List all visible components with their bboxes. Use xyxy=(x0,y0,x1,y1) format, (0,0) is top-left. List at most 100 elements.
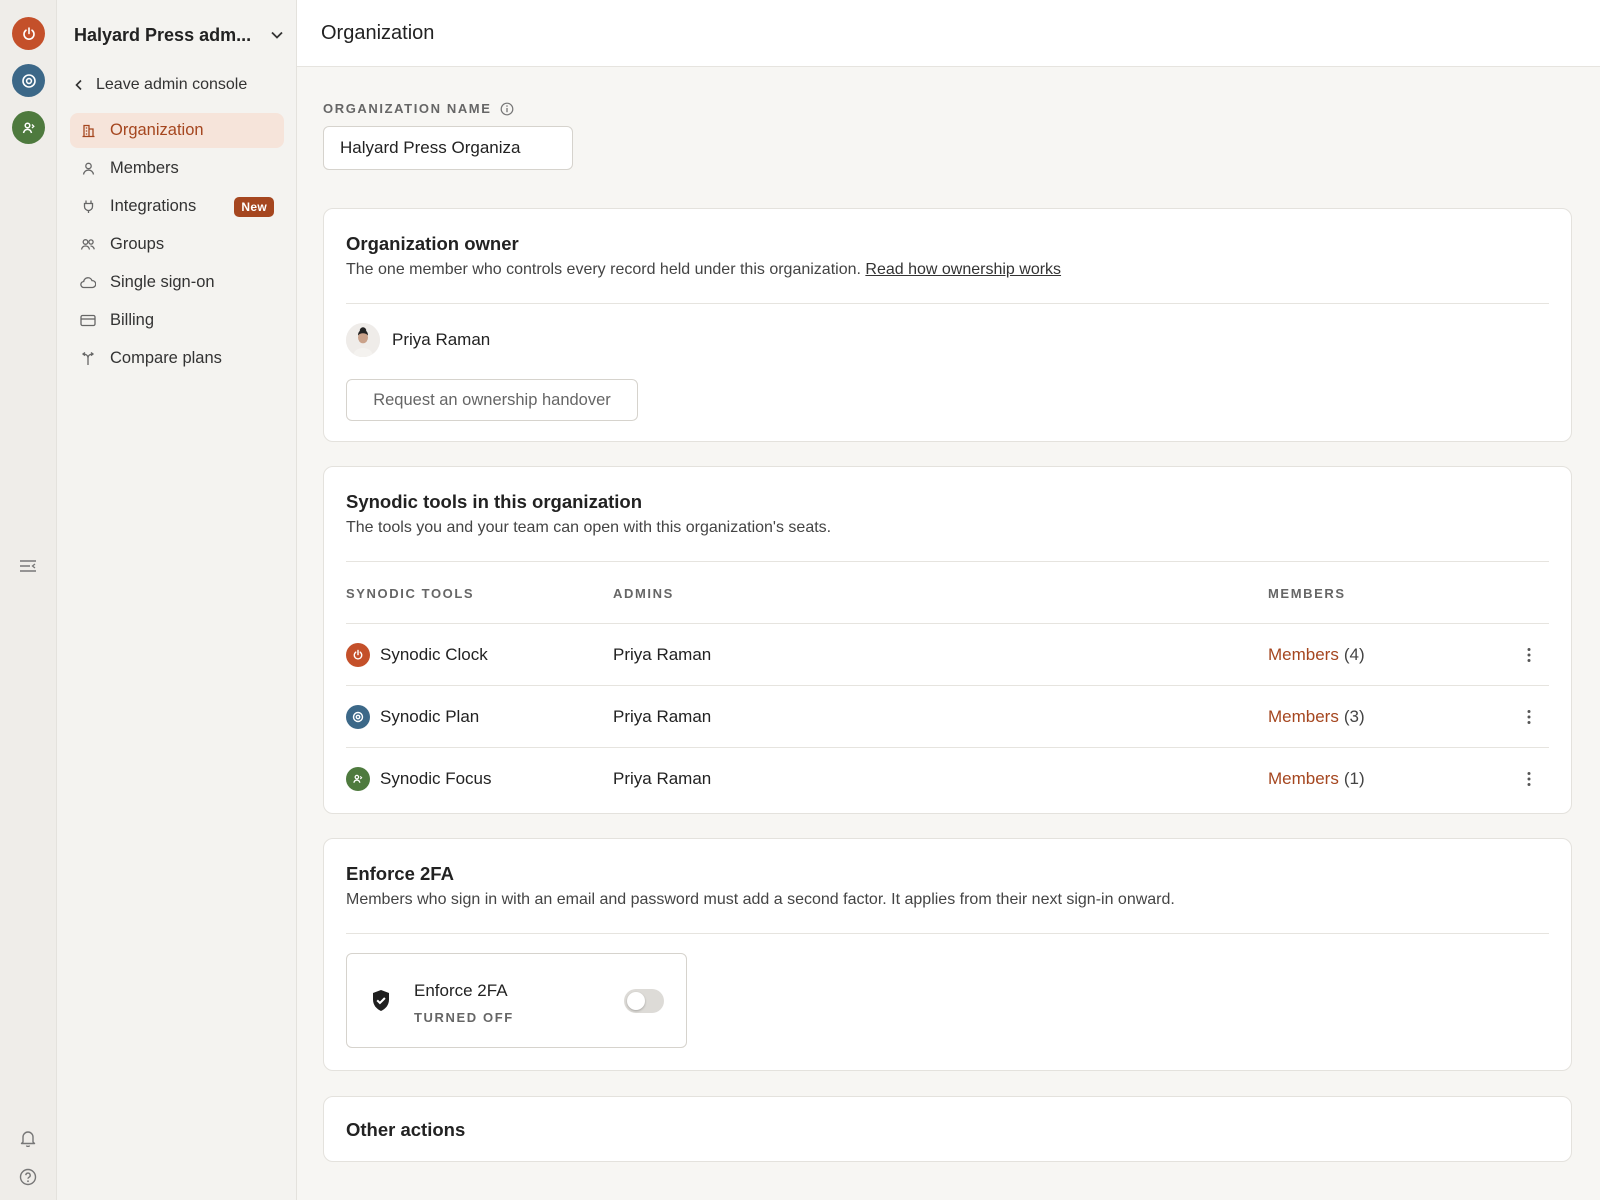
sidebar-item-billing[interactable]: Billing xyxy=(70,303,284,338)
collapse-menu-icon[interactable] xyxy=(17,555,39,577)
column-header-tools: SYNODIC TOOLS xyxy=(346,586,475,601)
person-icon xyxy=(346,767,370,791)
sidebar-item-organization[interactable]: Organization xyxy=(70,113,284,148)
shield-check-icon xyxy=(373,990,389,1011)
owner-name: Priya Raman xyxy=(392,330,491,349)
bell-icon[interactable] xyxy=(17,1127,39,1149)
tool-name: Synodic Clock xyxy=(380,645,488,664)
divider xyxy=(346,561,1549,562)
person-avatar-icon xyxy=(346,323,380,357)
building-icon xyxy=(80,123,96,139)
sidebar-item-members[interactable]: Members xyxy=(70,151,284,186)
request-ownership-handover-button[interactable]: Request an ownership handover xyxy=(346,379,638,421)
members-count: (3) xyxy=(1343,707,1365,726)
owner-row: Priya Raman xyxy=(346,323,490,357)
column-header-admins: ADMINS xyxy=(613,586,674,601)
app-rail xyxy=(0,0,57,1200)
synodic-plan-app-button[interactable] xyxy=(12,64,45,97)
sidebar-item-label: Integrations xyxy=(110,197,197,215)
sidebar-item-compare-plans[interactable]: Compare plans xyxy=(70,341,284,376)
sidebar-item-label: Billing xyxy=(110,311,155,329)
leave-admin-console-label: Leave admin console xyxy=(96,76,248,93)
plug-icon xyxy=(80,199,96,215)
more-options-icon[interactable] xyxy=(1517,767,1541,791)
sidebar-item-single-sign-on[interactable]: Single sign-on xyxy=(70,265,284,300)
tool-name-cell: Synodic Plan xyxy=(346,686,479,748)
tool-admin: Priya Raman xyxy=(613,645,712,664)
sidebar-item-label: Organization xyxy=(110,121,204,139)
group-icon xyxy=(80,237,96,253)
branch-icon xyxy=(80,351,96,367)
members-count: (4) xyxy=(1343,645,1365,664)
power-icon xyxy=(346,643,370,667)
twofa-toggle-title: Enforce 2FA xyxy=(414,981,508,1000)
page-title: Organization xyxy=(321,21,435,44)
organization-owner-card: Organization owner The one member who co… xyxy=(323,208,1572,442)
tools-card-title: Synodic tools in this organization xyxy=(346,491,643,512)
divider xyxy=(346,303,1549,304)
org-name-label-row: ORGANIZATION NAME xyxy=(323,101,514,116)
twofa-card-title: Enforce 2FA xyxy=(346,863,454,884)
workspace-name: Halyard Press adm... xyxy=(74,24,252,45)
tool-members-cell: Members (3) xyxy=(1268,686,1365,748)
leave-admin-console-link[interactable]: Leave admin console xyxy=(74,72,247,98)
main-content: Organization ORGANIZATION NAME Organizat… xyxy=(297,0,1600,1200)
synodic-clock-app-button[interactable] xyxy=(12,17,45,50)
tools-card-description: The tools you and your team can open wit… xyxy=(346,519,832,536)
twofa-status: TURNED OFF xyxy=(414,1010,514,1025)
owner-card-title: Organization owner xyxy=(346,233,519,254)
table-row: Synodic Focus Priya Raman Members (1) xyxy=(346,747,1549,809)
enforce-2fa-toggle[interactable] xyxy=(624,989,664,1013)
tool-name-cell: Synodic Clock xyxy=(346,624,488,686)
other-actions-card: Other actions xyxy=(323,1096,1572,1162)
members-link[interactable]: Members xyxy=(1268,645,1339,665)
sidebar-item-integrations[interactable]: Integrations New xyxy=(70,189,284,224)
table-row: Synodic Clock Priya Raman Members (4) xyxy=(346,623,1549,685)
org-name-input[interactable] xyxy=(323,126,573,170)
toggle-knob xyxy=(627,992,645,1010)
person-icon xyxy=(80,161,96,177)
sidebar-nav: Organization Members Integrations New Gr… xyxy=(70,113,284,379)
workspace-switcher[interactable]: Halyard Press adm... xyxy=(74,20,284,50)
tool-admin: Priya Raman xyxy=(613,707,712,726)
other-actions-title: Other actions xyxy=(346,1119,466,1140)
tool-name-cell: Synodic Focus xyxy=(346,748,492,810)
tool-members-cell: Members (4) xyxy=(1268,624,1365,686)
owner-desc-text: The one member who controls every record… xyxy=(346,261,861,278)
card-icon xyxy=(80,313,96,329)
table-row: Synodic Plan Priya Raman Members (3) xyxy=(346,685,1549,747)
sidebar-item-label: Members xyxy=(110,159,179,177)
tool-name: Synodic Focus xyxy=(380,769,492,788)
twofa-card-description: Members who sign in with an email and pa… xyxy=(346,891,1175,908)
info-icon[interactable] xyxy=(500,102,514,116)
page-header: Organization xyxy=(297,0,1600,67)
sidebar-item-label: Single sign-on xyxy=(110,273,215,291)
chevron-down-icon xyxy=(271,31,283,39)
sidebar-item-groups[interactable]: Groups xyxy=(70,227,284,262)
admin-sidebar: Halyard Press adm... Leave admin console… xyxy=(57,0,297,1200)
more-options-icon[interactable] xyxy=(1517,705,1541,729)
person-icon xyxy=(22,121,35,133)
column-header-members: MEMBERS xyxy=(1268,586,1346,601)
sidebar-item-label: Groups xyxy=(110,235,165,253)
help-icon[interactable] xyxy=(17,1166,39,1188)
members-link[interactable]: Members xyxy=(1268,769,1339,789)
target-icon xyxy=(21,73,36,88)
twofa-setting-box: Enforce 2FA TURNED OFF xyxy=(346,953,687,1048)
cloud-icon xyxy=(80,275,96,291)
tool-members-cell: Members (1) xyxy=(1268,748,1365,810)
power-icon xyxy=(22,26,35,40)
target-icon xyxy=(346,705,370,729)
enforce-2fa-card: Enforce 2FA Members who sign in with an … xyxy=(323,838,1572,1071)
members-count: (1) xyxy=(1343,769,1365,788)
tool-name: Synodic Plan xyxy=(380,707,480,726)
divider xyxy=(346,933,1549,934)
read-ownership-link[interactable]: Read how ownership works xyxy=(865,261,1061,278)
more-options-icon[interactable] xyxy=(1517,643,1541,667)
tool-admin: Priya Raman xyxy=(613,769,712,788)
members-link[interactable]: Members xyxy=(1268,707,1339,727)
org-name-label: ORGANIZATION NAME xyxy=(323,101,492,116)
synodic-focus-app-button[interactable] xyxy=(12,111,45,144)
new-badge: New xyxy=(234,197,274,217)
sidebar-item-label: Compare plans xyxy=(110,349,222,367)
